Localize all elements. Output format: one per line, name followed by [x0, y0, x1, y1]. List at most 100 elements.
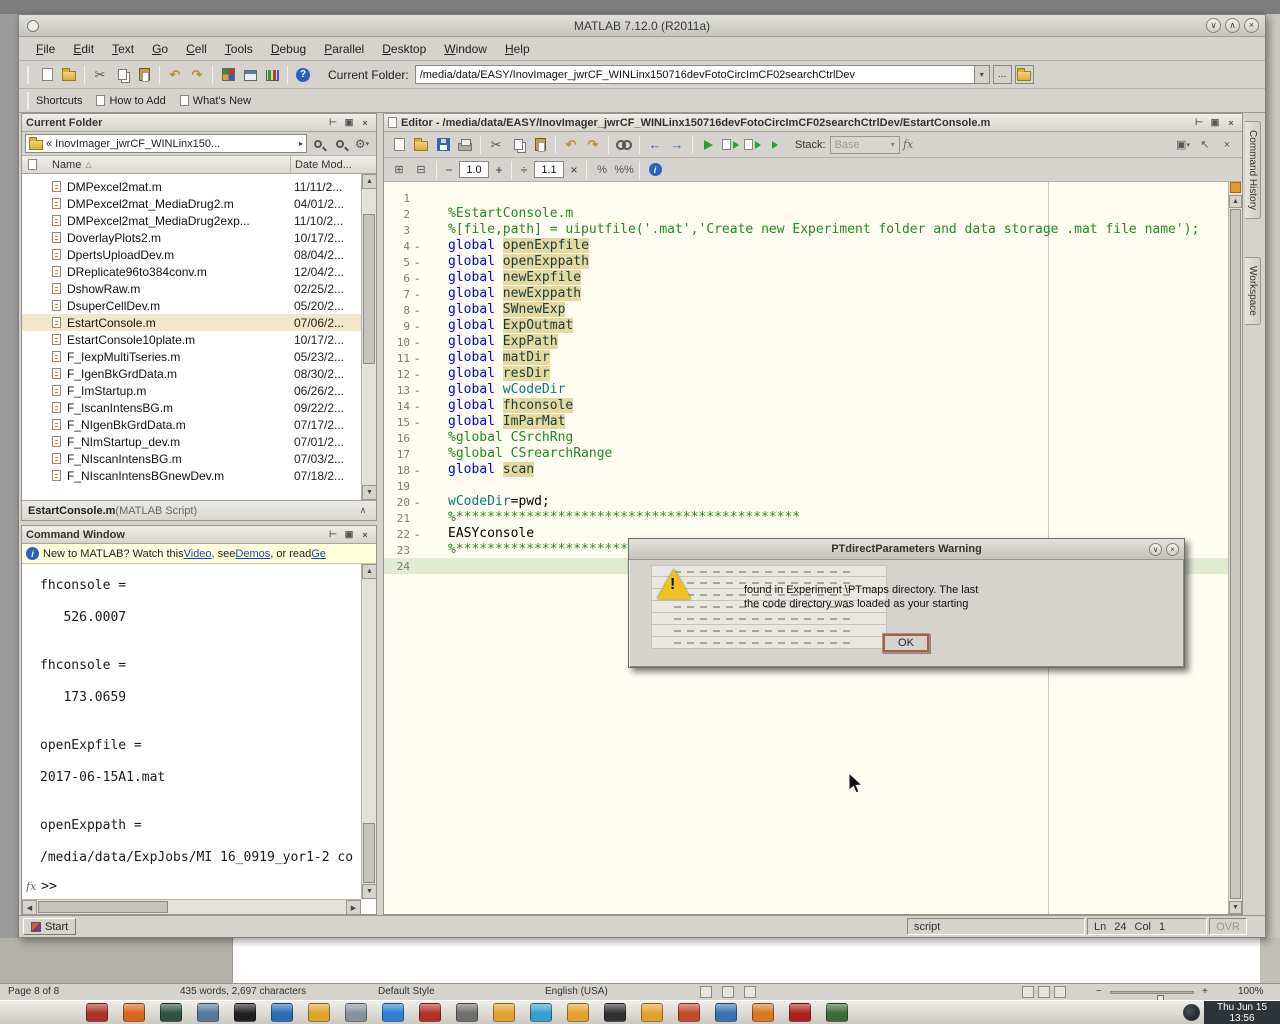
run-advance-button[interactable]: [741, 135, 763, 155]
code-line[interactable]: 13-global wCodeDir: [384, 382, 1228, 398]
open-button[interactable]: [410, 135, 432, 155]
file-row[interactable]: EstartConsole10plate.m10/17/2...: [22, 331, 361, 348]
file-row[interactable]: F_IexpMultiTseries.m05/23/2...: [22, 348, 361, 365]
date-column-header[interactable]: Date Mod...: [290, 156, 352, 174]
file-row[interactable]: DpertsUploadDev.m08/04/2...: [22, 246, 361, 263]
code-line[interactable]: 12-global resDir: [384, 366, 1228, 382]
console-hscrollbar[interactable]: ◀ ▶: [22, 899, 361, 914]
code-line[interactable]: 7-global newExppath: [384, 286, 1228, 302]
taskbar-app-icon-15[interactable]: [604, 1003, 626, 1022]
file-list-column-header[interactable]: Name △ Date Mod...: [22, 156, 376, 174]
editor-scrollbar[interactable]: ▲ ▼: [1228, 182, 1242, 914]
split-view-button[interactable]: ▣▾: [1172, 135, 1194, 155]
taskbar-app-icon-2[interactable]: [123, 1003, 145, 1022]
value-step-field[interactable]: 1.0: [459, 161, 489, 178]
scroll-down-icon[interactable]: ▼: [362, 485, 377, 500]
dock-icon[interactable]: ⊢: [326, 528, 340, 541]
menu-edit[interactable]: Edit: [64, 39, 103, 59]
name-column-header[interactable]: Name: [52, 159, 81, 171]
comment-button[interactable]: %: [591, 160, 613, 180]
new-button[interactable]: [388, 135, 410, 155]
increment-value-button[interactable]: +: [491, 161, 507, 179]
divide-value-button[interactable]: ÷: [516, 161, 532, 179]
menu-window[interactable]: Window: [435, 39, 496, 59]
single-page-view-icon[interactable]: [1022, 986, 1034, 998]
taskbar-app-icon-3[interactable]: [160, 1003, 182, 1022]
code-line[interactable]: 17%global CSrearchRange: [384, 446, 1228, 462]
actions-button[interactable]: ▾: [351, 134, 373, 154]
taskbar-app-icon-13[interactable]: [530, 1003, 552, 1022]
code-line[interactable]: 19: [384, 478, 1228, 494]
book-view-icon[interactable]: [1054, 986, 1066, 998]
file-row[interactable]: F_IscanIntensBG.m09/22/2...: [22, 399, 361, 416]
scrollbar-thumb[interactable]: [1230, 209, 1241, 899]
code-line[interactable]: 6-global newExpfile: [384, 270, 1228, 286]
toolbar-grip[interactable]: [27, 66, 30, 84]
print-button[interactable]: [454, 135, 476, 155]
new-script-button[interactable]: [36, 65, 58, 85]
code-line[interactable]: 14-global fhconsole: [384, 398, 1228, 414]
multiply-value-button[interactable]: ×: [566, 161, 582, 179]
find-button[interactable]: [613, 135, 635, 155]
debug-continue-button[interactable]: [763, 135, 785, 155]
menu-file[interactable]: File: [27, 39, 64, 59]
close-file-button[interactable]: ×: [1216, 135, 1238, 155]
menu-desktop[interactable]: Desktop: [373, 39, 435, 59]
dialog-titlebar[interactable]: PTdirectParameters Warning ∨ ×: [629, 539, 1184, 560]
up-folder-button[interactable]: [1015, 65, 1034, 84]
language-selector[interactable]: English (USA): [545, 986, 608, 997]
file-row[interactable]: F_NIgenBkGrdData.m07/17/2...: [22, 416, 361, 433]
fx-icon[interactable]: fx: [26, 880, 36, 893]
scroll-left-icon[interactable]: ◀: [22, 900, 37, 915]
page-indicator[interactable]: Page 8 of 8: [8, 986, 59, 997]
multi-page-view-icon[interactable]: [1038, 986, 1050, 998]
console-output[interactable]: fhconsole = 526.0007fhconsole = 173.0659…: [22, 564, 361, 899]
file-row[interactable]: F_NImStartup_dev.m07/01/2...: [22, 433, 361, 450]
scrollbar-thumb[interactable]: [363, 823, 375, 883]
undock-editor-button[interactable]: ↖: [1194, 135, 1216, 155]
taskbar-app-icon-7[interactable]: [308, 1003, 330, 1022]
save-button[interactable]: [432, 135, 454, 155]
menu-help[interactable]: Help: [496, 39, 539, 59]
taskbar-app-icon-12[interactable]: [493, 1003, 515, 1022]
taskbar-app-icon-10[interactable]: [419, 1003, 441, 1022]
search-folder-button[interactable]: [307, 134, 329, 154]
command-window-header[interactable]: Command Window ⊢ ▣ ×: [22, 526, 376, 544]
code-line[interactable]: 16%global CSrchRng: [384, 430, 1228, 446]
code-line[interactable]: 4-global openExpfile: [384, 238, 1228, 254]
scroll-up-icon[interactable]: ▲: [362, 174, 377, 189]
file-row[interactable]: F_ImStartup.m06/26/2...: [22, 382, 361, 399]
taskbar-app-icon-6[interactable]: [271, 1003, 293, 1022]
file-list-scrollbar[interactable]: ▲ ▼: [361, 174, 376, 500]
close-icon[interactable]: ×: [358, 528, 372, 541]
menu-text[interactable]: Text: [103, 39, 143, 59]
profiler-button[interactable]: [261, 65, 283, 85]
file-row[interactable]: F_IgenBkGrdData.m08/30/2...: [22, 365, 361, 382]
breadcrumb-expand-icon[interactable]: ▸: [299, 139, 303, 148]
float-icon[interactable]: ▣: [342, 528, 356, 541]
float-icon[interactable]: ▣: [342, 116, 356, 129]
clock[interactable]: Thu Jun 15 13:56: [1204, 1001, 1280, 1024]
refresh-button[interactable]: [329, 134, 351, 154]
scroll-down-icon[interactable]: ▼: [1229, 901, 1242, 914]
dialog-close-icon[interactable]: ×: [1166, 543, 1179, 556]
menu-parallel[interactable]: Parallel: [315, 39, 373, 59]
start-button[interactable]: Start: [23, 918, 76, 935]
code-line[interactable]: 8-global SWnewExp: [384, 302, 1228, 318]
taskbar-app-icon-21[interactable]: [826, 1003, 848, 1022]
file-row[interactable]: F_NIscanIntensBGnewDev.m07/18/2...: [22, 467, 361, 484]
code-line[interactable]: 10-global ExpPath: [384, 334, 1228, 350]
file-row[interactable]: DReplicate96to384conv.m12/04/2...: [22, 263, 361, 280]
taskbar-app-icon-20[interactable]: [789, 1003, 811, 1022]
file-row[interactable]: EstartConsole.m07/06/2...: [22, 314, 361, 331]
go-back-button[interactable]: [644, 135, 666, 155]
code-line[interactable]: 18-global scan: [384, 462, 1228, 478]
close-window-icon[interactable]: ×: [1244, 18, 1259, 33]
redo-button[interactable]: [186, 65, 208, 85]
file-row[interactable]: DMPexcel2mat_MediaDrug2.m04/01/2...: [22, 195, 361, 212]
shortcut-how-to-add[interactable]: How to Add: [96, 95, 165, 107]
copy-button[interactable]: [111, 65, 133, 85]
background-scrollbar[interactable]: [1264, 14, 1280, 983]
cut-button[interactable]: [485, 135, 507, 155]
changes-mode-icon[interactable]: [722, 986, 734, 998]
